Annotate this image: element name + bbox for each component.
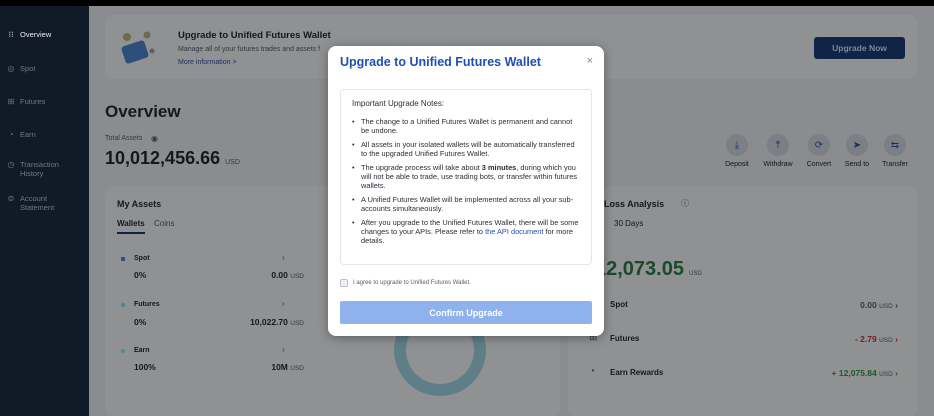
sidebar-item-label: Account Statement — [20, 194, 55, 212]
sidebar-item-label: Overview — [20, 30, 52, 39]
note-item: All assets in your isolated wallets will… — [352, 140, 580, 159]
agree-checkbox[interactable] — [340, 279, 348, 287]
agree-row: I agree to upgrade to Unified Futures Wa… — [340, 279, 471, 287]
sidebar-item-label: Earn — [20, 130, 36, 139]
note-item: A Unified Futures Wallet will be impleme… — [352, 195, 580, 214]
sidebar-item-transaction-history[interactable]: ◷ Transaction History — [6, 160, 86, 178]
sidebar-item-label: Spot — [20, 64, 36, 73]
note-item: The change to a Unified Futures Wallet i… — [352, 117, 580, 136]
spot-icon: ◎ — [7, 64, 15, 73]
sidebar-item-overview[interactable]: ⁝⁝ Overview — [6, 30, 86, 39]
sidebar-item-earn[interactable]: ◔ Earn — [6, 130, 86, 139]
modal-title: Upgrade to Unified Futures Wallet — [340, 55, 541, 69]
close-icon[interactable]: × — [587, 55, 593, 67]
earn-icon: ◔ — [8, 130, 14, 139]
sidebar-item-futures[interactable]: ⊞ Futures — [6, 97, 86, 106]
upgrade-notes: Important Upgrade Notes: The change to a… — [340, 89, 592, 265]
futures-icon: ⊞ — [7, 97, 15, 106]
notes-title: Important Upgrade Notes: — [352, 99, 445, 108]
confirm-upgrade-button[interactable]: Confirm Upgrade — [340, 301, 592, 324]
note-item: After you upgrade to the Unified Futures… — [352, 218, 580, 246]
statement-icon: ⊜ — [7, 194, 15, 203]
note-item: The upgrade process will take about 3 mi… — [352, 163, 580, 191]
api-document-link[interactable]: the API document — [485, 227, 543, 236]
agree-label[interactable]: I agree to upgrade to Unified Futures Wa… — [353, 280, 471, 286]
sidebar-item-label: Transaction History — [20, 160, 59, 178]
sidebar: ⁝⁝ Overview ◎ Spot ⊞ Futures ◔ Earn ◷ Tr… — [0, 6, 89, 416]
history-icon: ◷ — [7, 160, 15, 169]
sidebar-item-label: Futures — [20, 97, 46, 106]
upgrade-modal: Upgrade to Unified Futures Wallet × Impo… — [328, 46, 604, 336]
grid-icon: ⁝⁝ — [8, 30, 14, 39]
sidebar-item-account-statement[interactable]: ⊜ Account Statement — [6, 194, 86, 212]
sidebar-item-spot[interactable]: ◎ Spot — [6, 64, 86, 73]
